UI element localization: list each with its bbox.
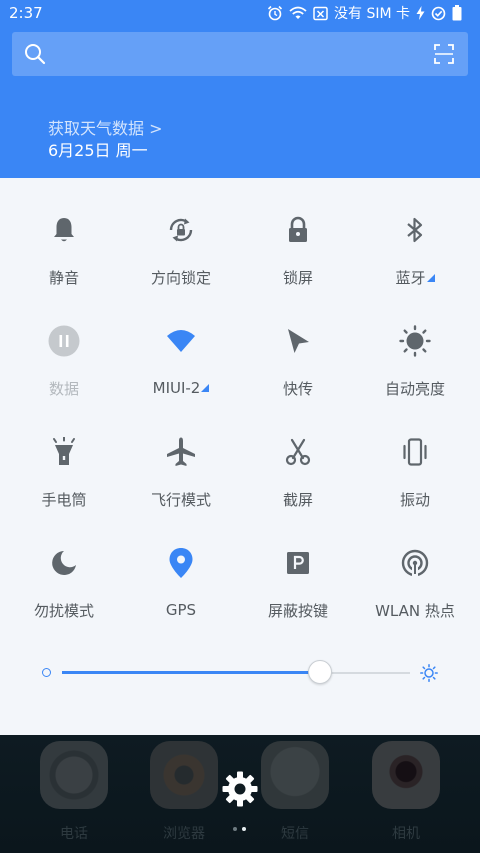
notification-header: 2:37 没有 SIM 卡 获取天气数据 > 6月25日 周一	[0, 0, 480, 178]
app-phone[interactable]: 电话	[29, 735, 119, 843]
tile-block-keys[interactable]: 屏蔽按键	[238, 511, 358, 621]
parking-key-icon	[280, 545, 316, 580]
wifi-icon	[163, 323, 199, 359]
sync-icon	[431, 6, 446, 21]
quick-settings-panel: 静音 方向锁定 锁屏 蓝牙 数据 MIUI-2 快传 自动亮度 手电筒 飞行模式…	[0, 178, 480, 735]
tile-label: 截屏	[282, 491, 313, 509]
tile-hotspot[interactable]: WLAN 热点	[355, 511, 475, 621]
no-sim-icon	[313, 6, 328, 21]
tile-data[interactable]: 数据	[4, 289, 124, 399]
tile-label: 蓝牙	[395, 267, 435, 288]
gear-icon[interactable]	[221, 770, 259, 812]
alarm-icon	[267, 5, 283, 21]
tile-label: 快传	[282, 380, 313, 398]
tile-airplane[interactable]: 飞行模式	[121, 400, 241, 510]
carrier-text: 没有 SIM 卡	[334, 6, 410, 22]
status-time: 2:37	[9, 4, 43, 22]
flashlight-icon	[46, 434, 82, 469]
brightness-low-icon	[42, 668, 51, 677]
app-messages[interactable]: 短信	[250, 735, 340, 843]
tile-wifi[interactable]: MIUI-2	[121, 289, 241, 399]
battery-icon	[452, 5, 462, 21]
tile-label: 方向锁定	[150, 269, 211, 287]
tile-lock-screen[interactable]: 锁屏	[238, 178, 358, 288]
lock-icon	[280, 212, 316, 247]
search-bar[interactable]	[12, 32, 468, 76]
tile-auto-brightness[interactable]: 自动亮度	[355, 289, 475, 399]
vibrate-icon	[397, 434, 433, 469]
bell-icon	[46, 212, 82, 247]
tile-quick-share[interactable]: 快传	[238, 289, 358, 399]
tile-bluetooth[interactable]: 蓝牙	[355, 178, 475, 288]
app-camera[interactable]: 相机	[361, 735, 451, 843]
tile-rotation-lock[interactable]: 方向锁定	[121, 178, 241, 288]
tile-label: WLAN 热点	[375, 602, 455, 620]
status-bar: 2:37 没有 SIM 卡	[0, 0, 480, 26]
app-label: 相机	[392, 826, 420, 842]
phone-app-icon	[40, 741, 108, 809]
page-indicator	[233, 827, 246, 831]
date-text: 6月25日 周一	[48, 141, 148, 160]
page-dot	[233, 827, 237, 831]
rotation-lock-icon	[163, 212, 199, 247]
weather-link[interactable]: 获取天气数据 >	[48, 115, 163, 139]
tile-label: 静音	[48, 269, 79, 287]
tile-label: 数据	[48, 380, 79, 398]
bluetooth-icon	[397, 212, 433, 247]
hotspot-icon	[397, 545, 433, 580]
location-pin-icon	[163, 545, 199, 581]
tile-label: 勿扰模式	[33, 602, 94, 620]
messages-app-icon	[261, 741, 329, 809]
scissors-icon	[280, 434, 316, 469]
app-label: 浏览器	[163, 826, 205, 842]
tile-flashlight[interactable]: 手电筒	[4, 400, 124, 510]
tile-label-text: 蓝牙	[395, 269, 426, 287]
tile-label: 自动亮度	[384, 380, 445, 398]
tile-label: 飞行模式	[150, 491, 211, 509]
wifi-icon	[289, 6, 307, 20]
tile-vibrate[interactable]: 振动	[355, 400, 475, 510]
share-arrow-icon	[280, 323, 316, 358]
sun-icon	[397, 323, 433, 358]
app-label: 电话	[60, 826, 88, 842]
page-dot-active	[242, 827, 246, 831]
brightness-high-icon	[420, 664, 438, 686]
status-icons: 没有 SIM 卡	[267, 3, 462, 23]
expand-indicator	[201, 384, 210, 392]
expand-indicator	[426, 274, 435, 282]
pause-icon	[46, 323, 82, 358]
brightness-thumb[interactable]	[307, 660, 332, 684]
tile-label: 手电筒	[41, 491, 87, 509]
brightness-fill	[62, 671, 320, 674]
camera-app-icon	[372, 741, 440, 809]
charging-icon	[416, 6, 425, 20]
tile-mute[interactable]: 静音	[4, 178, 124, 288]
search-icon[interactable]	[24, 43, 46, 69]
brightness-slider[interactable]	[0, 658, 480, 688]
tile-dnd[interactable]: 勿扰模式	[4, 511, 124, 621]
tile-label: MIUI-2	[153, 379, 210, 397]
tile-screenshot[interactable]: 截屏	[238, 400, 358, 510]
moon-icon	[46, 545, 82, 580]
airplane-icon	[163, 434, 199, 469]
app-label: 短信	[281, 826, 309, 842]
app-browser[interactable]: 浏览器	[139, 735, 229, 843]
tile-label: 振动	[399, 491, 430, 509]
scan-icon[interactable]	[434, 44, 454, 68]
tile-label-text: MIUI-2	[152, 379, 201, 397]
tile-gps[interactable]: GPS	[121, 511, 241, 621]
browser-app-icon	[150, 741, 218, 809]
tile-label: 锁屏	[282, 269, 313, 287]
tile-label: GPS	[165, 601, 197, 619]
tile-label: 屏蔽按键	[267, 602, 328, 620]
